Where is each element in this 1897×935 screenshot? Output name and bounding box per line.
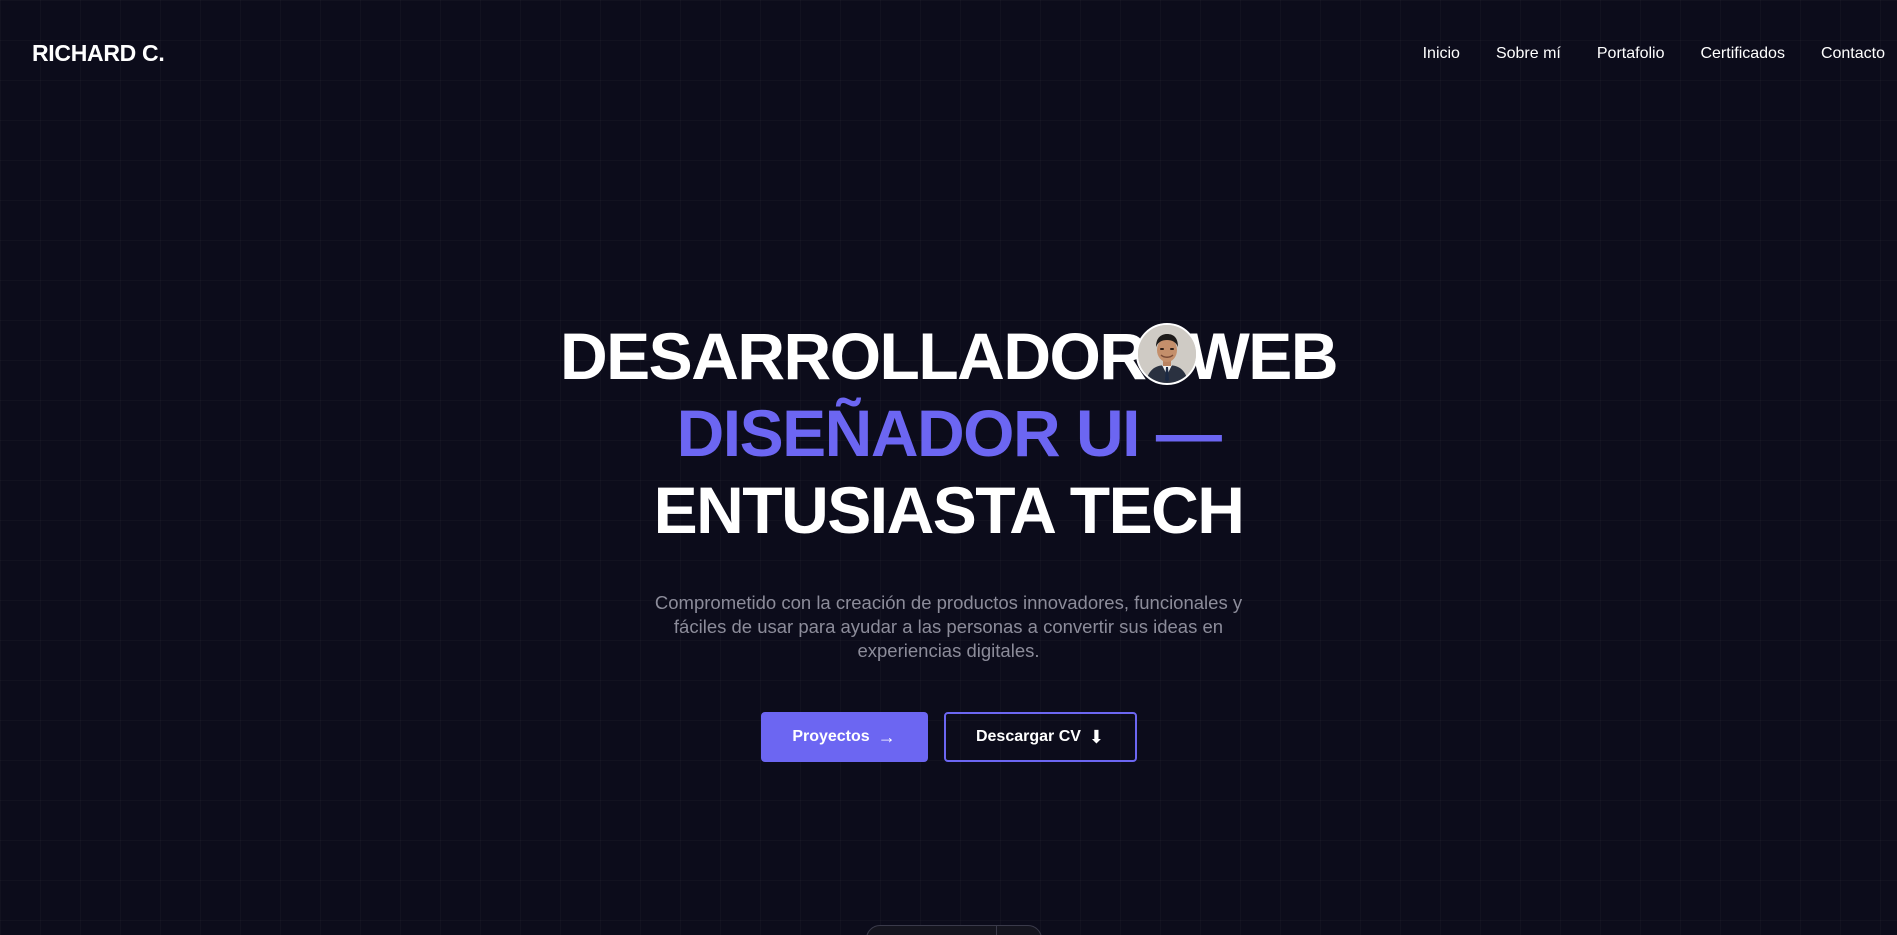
nav-item-contacto[interactable]: Contacto [1821, 45, 1885, 63]
projects-button-label: Proyectos [792, 728, 870, 745]
headline-line-3: ENTUSIASTA TECH [653, 473, 1245, 547]
avatar-portrait [1137, 325, 1196, 383]
headline-word-web: WEB [1187, 319, 1339, 393]
headline-line-2: DISEÑADOR UI — [676, 396, 1222, 470]
hero-headline: DESARROLLADOR WEB DISEÑADOR UI — ENTUSIA… [0, 318, 1897, 549]
hero-subtitle: Comprometido con la creación de producto… [654, 592, 1243, 661]
hero-section: DESARROLLADOR WEB DISEÑADOR UI — ENTUSIA… [0, 318, 1897, 762]
brand-logo[interactable]: RICHARD C. [32, 40, 165, 67]
download-cv-button[interactable]: Descargar CV ⬇ [943, 712, 1137, 762]
headline-line-1: DESARROLLADOR WEB [0, 318, 1897, 395]
nav-item-certificados[interactable]: Certificados [1700, 45, 1784, 63]
arrow-right-icon: → [877, 726, 896, 747]
hero-actions: Proyectos → Descargar CV ⬇ [0, 712, 1897, 762]
download-icon: ⬇ [1088, 726, 1105, 747]
main-nav: Inicio Sobre mí Portafolio Certificados … [1423, 45, 1885, 63]
avatar [1135, 323, 1198, 385]
projects-button[interactable]: Proyectos → [760, 712, 928, 762]
nav-item-portafolio[interactable]: Portafolio [1597, 45, 1665, 63]
toolbar-divider [996, 926, 997, 935]
download-cv-button-label: Descargar CV [975, 728, 1081, 745]
nav-item-sobre-mi[interactable]: Sobre mí [1496, 45, 1561, 63]
page: RICHARD C. Inicio Sobre mí Portafolio Ce… [0, 0, 1897, 935]
headline-word-desarrollador: DESARROLLADOR [560, 319, 1147, 393]
nav-item-inicio[interactable]: Inicio [1423, 45, 1460, 63]
bottom-toolbar[interactable] [866, 925, 1042, 935]
